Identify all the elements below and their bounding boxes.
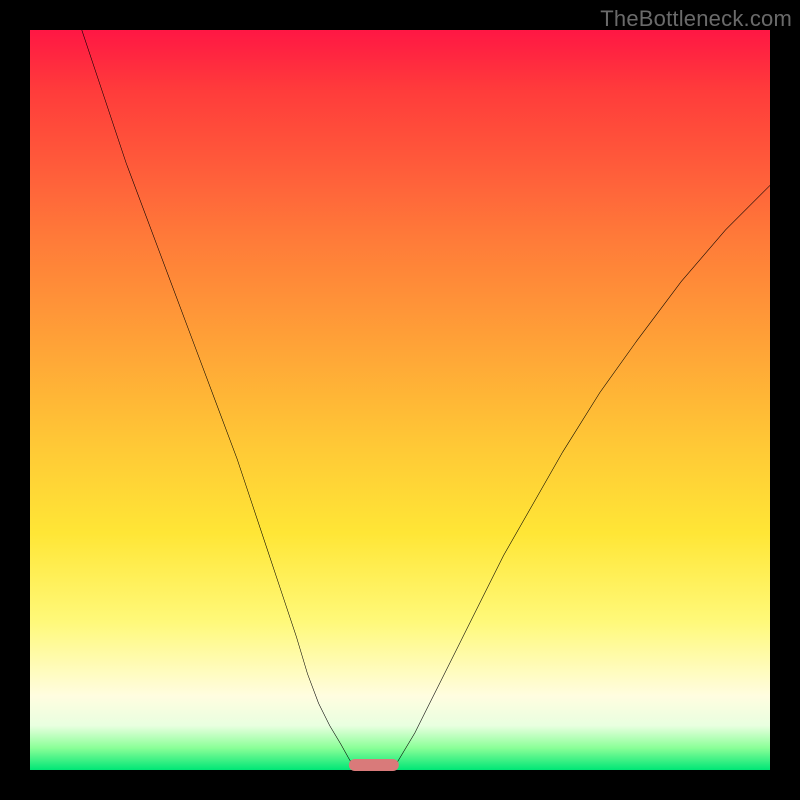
watermark-text: TheBottleneck.com xyxy=(600,6,792,32)
plot-area xyxy=(30,30,770,770)
curve-left-branch xyxy=(82,30,356,770)
chart-frame: TheBottleneck.com xyxy=(0,0,800,800)
curve-right-branch xyxy=(393,185,770,770)
bottleneck-marker xyxy=(349,759,399,771)
curve-svg xyxy=(30,30,770,770)
